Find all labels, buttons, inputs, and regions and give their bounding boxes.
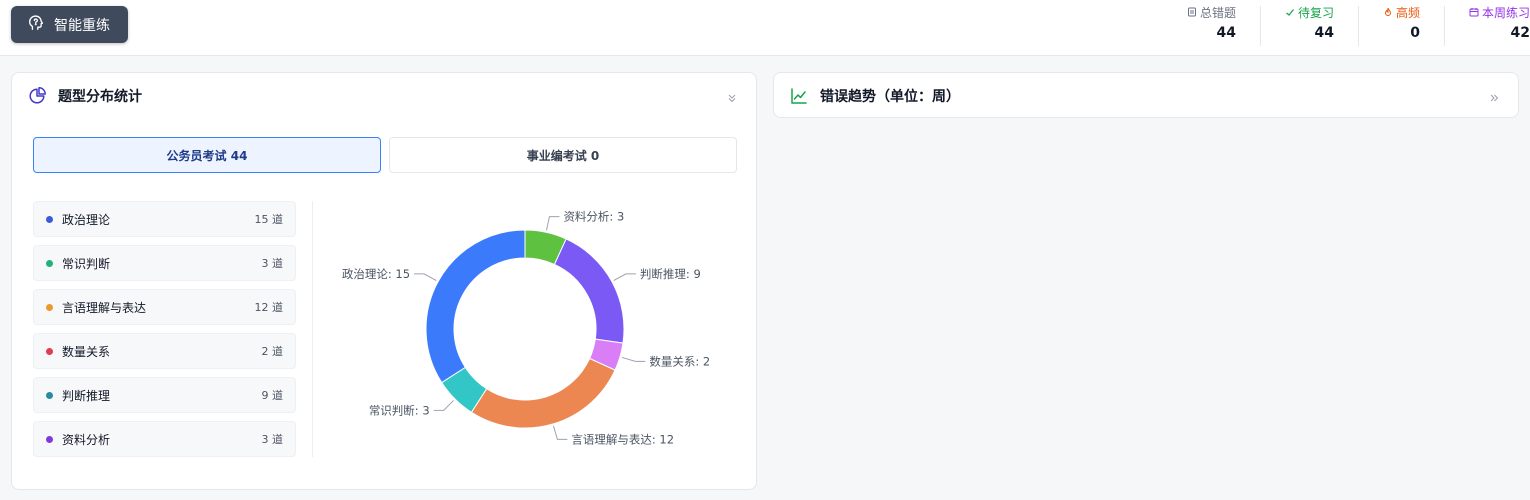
calendar-icon bbox=[1469, 6, 1479, 21]
divider bbox=[312, 201, 313, 457]
stats-bar: 总错题 44 待复习 44 高频 0 本周练习 42 bbox=[1163, 6, 1530, 46]
smart-retrain-button[interactable]: 智能重练 bbox=[11, 6, 128, 43]
line-chart-icon bbox=[790, 87, 808, 105]
category-name: 数量关系 bbox=[62, 344, 111, 359]
stat-label: 高频 bbox=[1395, 6, 1420, 20]
donut-slice[interactable] bbox=[470, 357, 616, 429]
donut-slice[interactable] bbox=[425, 229, 526, 384]
category-name: 言语理解与表达 bbox=[62, 300, 147, 315]
category-dot bbox=[46, 303, 53, 311]
tab-civil-service[interactable]: 公务员考试 44 bbox=[33, 137, 381, 173]
tab-public-institution[interactable]: 事业编考试 0 bbox=[389, 137, 737, 173]
exam-type-tabs: 公务员考试 44 事业编考试 0 bbox=[33, 137, 737, 173]
smart-retrain-label: 智能重练 bbox=[54, 17, 110, 34]
stat-value: 44 bbox=[1216, 25, 1236, 41]
trend-title: 错误趋势（单位：周） bbox=[820, 89, 960, 105]
category-count: 9 道 bbox=[261, 389, 284, 402]
list-item[interactable]: 资料分析 3 道 bbox=[33, 421, 296, 457]
question-type-distribution-card: 题型分布统计 公务员考试 44 事业编考试 0 政治理论 15 道 常识判断 3… bbox=[11, 72, 757, 490]
distribution-title: 题型分布统计 bbox=[58, 89, 142, 105]
stat-value: 44 bbox=[1314, 25, 1334, 41]
stat-high-frequency: 高频 0 bbox=[1357, 6, 1444, 46]
list-item[interactable]: 数量关系 2 道 bbox=[33, 333, 296, 369]
category-count: 15 道 bbox=[254, 213, 284, 226]
check-icon bbox=[1285, 6, 1295, 21]
stat-pending-review: 待复习 44 bbox=[1259, 6, 1358, 46]
list-item[interactable]: 言语理解与表达 12 道 bbox=[33, 289, 296, 325]
slice-label: 判断推理: 9 bbox=[640, 267, 701, 281]
label-leader-line bbox=[613, 273, 636, 282]
category-name: 判断推理 bbox=[62, 388, 111, 403]
category-name: 资料分析 bbox=[62, 432, 111, 447]
slice-label: 资料分析: 3 bbox=[563, 210, 624, 224]
brain-icon bbox=[27, 14, 45, 36]
list-item[interactable]: 常识判断 3 道 bbox=[33, 245, 296, 281]
list-item[interactable]: 判断推理 9 道 bbox=[33, 377, 296, 413]
stat-label: 待复习 bbox=[1297, 6, 1334, 20]
label-leader-line bbox=[433, 400, 454, 411]
category-list: 政治理论 15 道 常识判断 3 道 言语理解与表达 12 道 数量关系 2 道… bbox=[33, 201, 296, 465]
fire-icon bbox=[1383, 6, 1393, 21]
stat-value: 0 bbox=[1410, 25, 1420, 41]
stat-weekly-practice: 本周练习 42 bbox=[1443, 6, 1530, 46]
top-bar: 智能重练 总错题 44 待复习 44 高频 0 本周练习 42 bbox=[0, 0, 1530, 56]
slice-label: 数量关系: 2 bbox=[649, 354, 710, 368]
distribution-card-header: 题型分布统计 bbox=[12, 73, 756, 119]
label-leader-line bbox=[621, 356, 646, 362]
donut-slice[interactable] bbox=[553, 238, 625, 344]
category-dot bbox=[46, 347, 53, 355]
stat-total-errors: 总错题 44 bbox=[1163, 6, 1260, 46]
category-count: 2 道 bbox=[261, 345, 284, 358]
stat-label: 本周练习 bbox=[1481, 6, 1530, 20]
category-dot bbox=[46, 435, 53, 443]
pie-chart-icon bbox=[28, 87, 46, 105]
trend-card-header: 错误趋势（单位：周） bbox=[774, 73, 1518, 119]
collapse-chevron-icon[interactable] bbox=[726, 89, 738, 103]
donut-chart: 资料分析: 3 判断推理: 9 数量关系: 2 言语理解与表达: 12 常识判断: 3 政… bbox=[342, 210, 710, 447]
slice-label: 言语理解与表达: 12 bbox=[571, 432, 674, 446]
category-count: 3 道 bbox=[261, 433, 284, 446]
document-icon bbox=[1187, 6, 1197, 21]
category-count: 3 道 bbox=[261, 257, 284, 270]
category-name: 政治理论 bbox=[62, 212, 111, 227]
error-trend-card: 错误趋势（单位：周） bbox=[773, 72, 1519, 118]
category-dot bbox=[46, 215, 53, 223]
expand-chevron-icon[interactable] bbox=[1488, 89, 1500, 102]
slice-label: 政治理论: 15 bbox=[342, 267, 410, 281]
category-dot bbox=[46, 259, 53, 267]
stat-value: 42 bbox=[1510, 25, 1530, 41]
label-leader-line bbox=[545, 216, 560, 231]
slice-label: 常识判断: 3 bbox=[369, 403, 430, 417]
category-name: 常识判断 bbox=[62, 256, 111, 271]
category-count: 12 道 bbox=[254, 301, 284, 314]
stat-label: 总错题 bbox=[1199, 6, 1236, 20]
label-leader-line bbox=[414, 273, 437, 282]
category-dot bbox=[46, 391, 53, 399]
list-item[interactable]: 政治理论 15 道 bbox=[33, 201, 296, 237]
label-leader-line bbox=[552, 425, 568, 440]
